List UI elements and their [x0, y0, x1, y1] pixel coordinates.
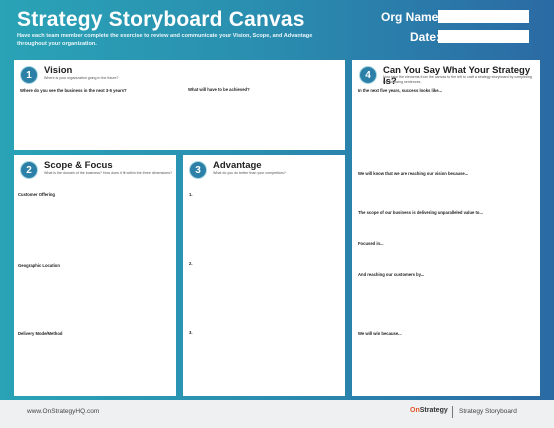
- scope-panel[interactable]: 2 Scope & Focus What is the domain of th…: [14, 155, 176, 396]
- page-subtitle: Have each team member complete the exerc…: [17, 33, 313, 47]
- advantage-subtitle: What do you do better than your competit…: [213, 171, 286, 175]
- footer: www.OnStrategyHQ.com OnStrategy Strategy…: [0, 400, 554, 428]
- scope-customer-offering: Customer Offering: [18, 192, 55, 197]
- strategy-prompt-success: In the next five years, success looks li…: [358, 88, 443, 93]
- strategy-prompt-scope: The scope of our business is delivering …: [358, 210, 483, 215]
- footer-divider: [452, 406, 453, 418]
- strategy-number-badge: 4: [359, 66, 377, 84]
- date-label: Date:: [410, 30, 441, 44]
- footer-url[interactable]: www.OnStrategyHQ.com: [27, 408, 99, 415]
- strategy-prompt-reaching: And reaching our customers by...: [358, 272, 425, 277]
- scope-number-badge: 2: [20, 161, 38, 179]
- vision-panel[interactable]: 1 Vision Where is your organization goin…: [14, 60, 345, 150]
- footer-document-name: Strategy Storyboard: [459, 408, 517, 415]
- advantage-item-2: 2.: [189, 261, 193, 266]
- onstrategy-logo: OnStrategy: [410, 407, 448, 414]
- scope-geographic-location: Geographic Location: [18, 263, 60, 268]
- advantage-number-badge: 3: [189, 161, 207, 179]
- strategy-prompt-win: We will win because...: [358, 331, 402, 336]
- advantage-title: Advantage: [213, 160, 262, 171]
- scope-subtitle: What is the domain of the business? How …: [44, 171, 173, 175]
- strategy-subtitle: Now take the elements from the canvas to…: [383, 75, 532, 84]
- scope-title: Scope & Focus: [44, 160, 113, 171]
- strategy-prompt-vision: We will know that we are reaching our vi…: [358, 171, 469, 176]
- vision-number-badge: 1: [20, 66, 38, 84]
- page-title: Strategy Storyboard Canvas: [17, 8, 305, 31]
- scope-delivery-mode: Delivery Mode/Method: [18, 331, 63, 336]
- logo-strategy: Strategy: [419, 407, 448, 414]
- strategy-statement-panel[interactable]: 4 Can You Say What Your Strategy Is? Now…: [352, 60, 540, 396]
- logo-on: On: [410, 407, 420, 414]
- header: Strategy Storyboard Canvas Have each tea…: [0, 0, 554, 58]
- vision-subtitle: Where is your organization going in the …: [44, 76, 119, 80]
- org-name-label: Org Name:: [381, 10, 443, 24]
- vision-question-2: What will have to be achieved?: [188, 87, 250, 92]
- vision-question-1: Where do you see the business in the nex…: [20, 88, 127, 93]
- strategy-prompt-focused: Focused in...: [358, 241, 384, 246]
- date-field[interactable]: [438, 30, 529, 43]
- advantage-item-3: 3.: [189, 330, 193, 335]
- advantage-panel[interactable]: 3 Advantage What do you do better than y…: [183, 155, 345, 396]
- advantage-item-1: 1.: [189, 192, 193, 197]
- vision-title: Vision: [44, 65, 73, 76]
- org-name-field[interactable]: [438, 10, 529, 23]
